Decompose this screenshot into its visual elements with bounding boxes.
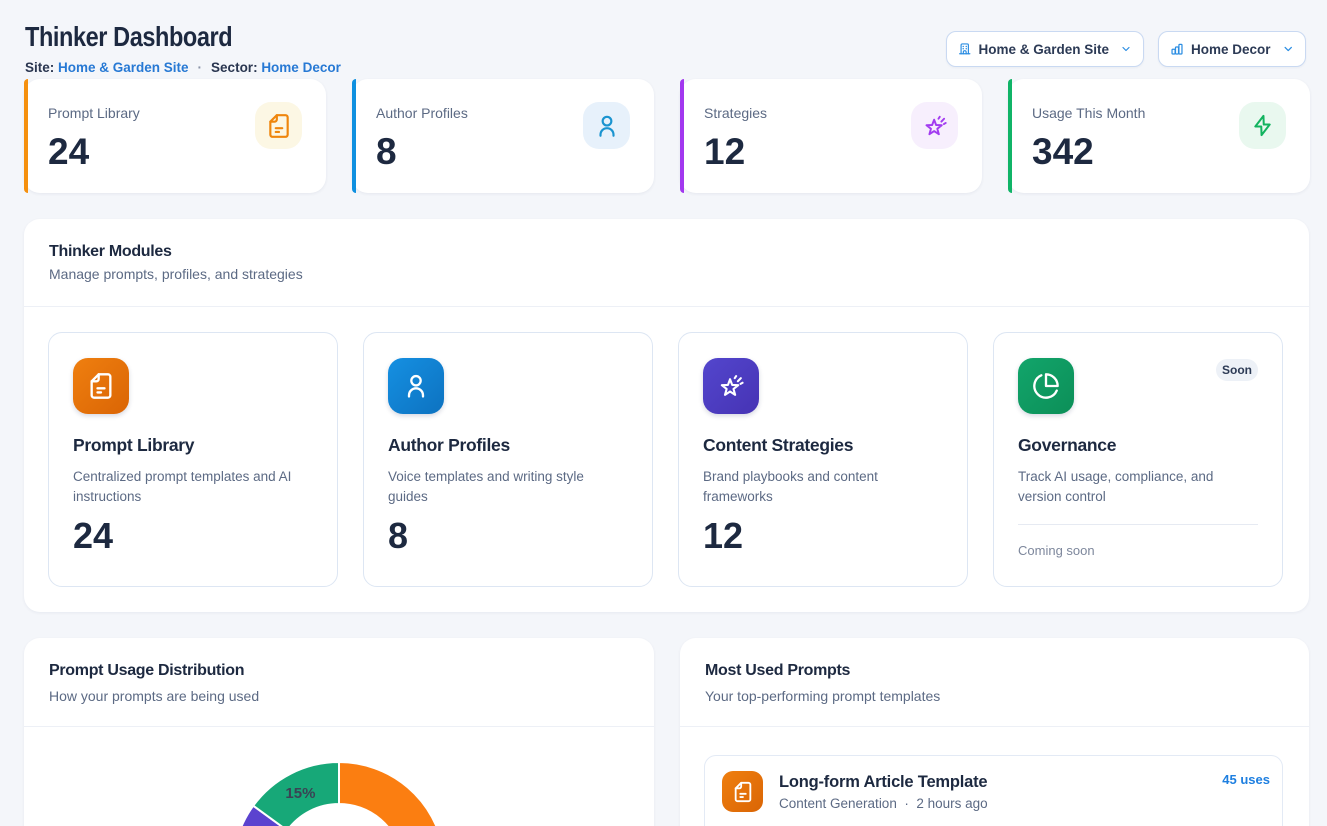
svg-text:15%: 15%	[285, 785, 315, 802]
